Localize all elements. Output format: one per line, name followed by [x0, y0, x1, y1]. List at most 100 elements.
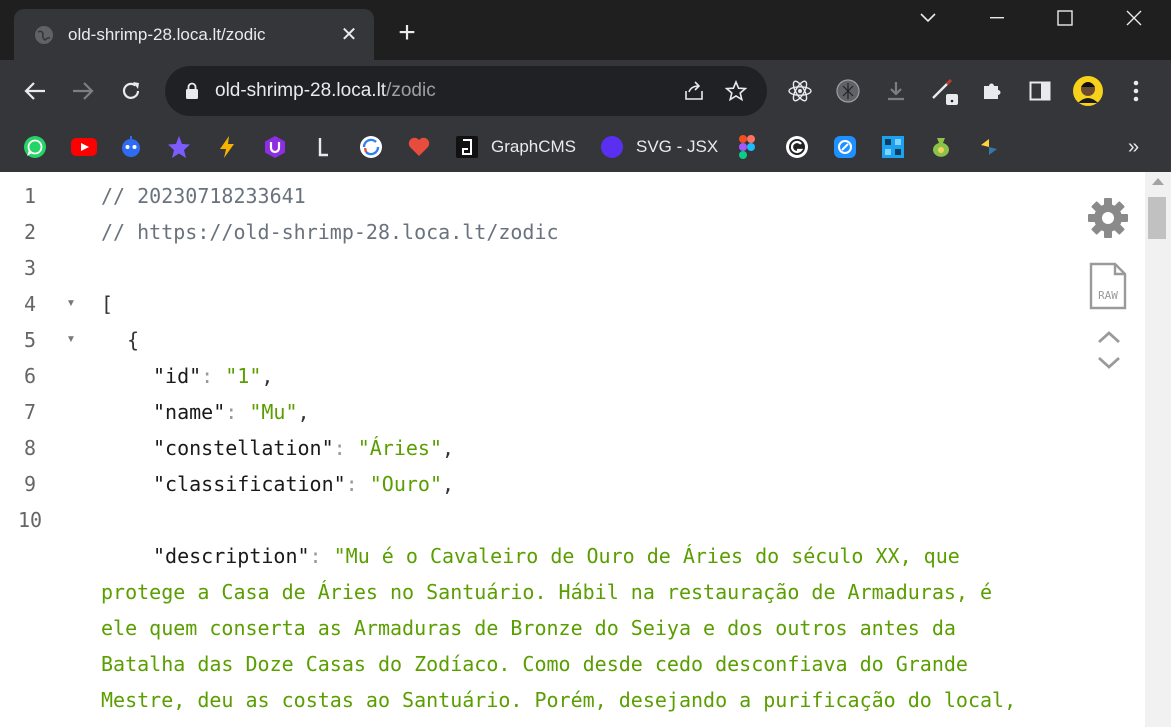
heart-icon — [408, 137, 430, 156]
robot-icon — [122, 136, 140, 157]
object-open-brace: { — [127, 328, 140, 352]
bookmark-g[interactable] — [785, 132, 809, 162]
bookmark-l[interactable] — [311, 132, 335, 162]
new-tab-button[interactable]: + — [392, 18, 422, 48]
json-property-description: "description": "Mu é o Cavaleiro de Ouro… — [101, 538, 1021, 727]
raw-view-button[interactable]: RAW — [1088, 262, 1128, 312]
reload-button[interactable] — [114, 74, 148, 108]
raw-file-icon: RAW — [1089, 262, 1127, 310]
fold-toggle[interactable]: ▼ — [64, 286, 78, 322]
bookmark-u[interactable] — [263, 132, 287, 162]
active-tab[interactable]: old-shrimp-28.loca.lt/zodic ✕ — [14, 9, 374, 60]
bookmark-star[interactable] — [167, 132, 191, 162]
chrome-menu-button[interactable] — [1119, 74, 1153, 108]
close-window-button[interactable] — [1111, 0, 1157, 36]
extension-circle-icon — [836, 79, 860, 103]
bookmark-heart[interactable] — [407, 132, 431, 162]
profile-avatar-button[interactable] — [1071, 74, 1105, 108]
share-icon — [685, 81, 703, 100]
json-viewer: 1 2 3 4 ▼ 5 ▼ 6 7 8 9 10 // 202307182336… — [0, 172, 1171, 727]
json-colon: : — [225, 400, 238, 424]
svg-text:RAW: RAW — [1098, 289, 1118, 302]
minimize-icon — [990, 17, 1004, 19]
share-button[interactable] — [677, 74, 711, 108]
avatar — [1073, 76, 1103, 106]
json-value: "Áries" — [357, 436, 443, 460]
money-bag-icon — [933, 138, 949, 157]
bookmark-youtube[interactable] — [71, 132, 97, 162]
json-key: "description" — [153, 544, 310, 568]
minimize-button[interactable] — [974, 0, 1020, 36]
download-button[interactable] — [879, 74, 913, 108]
tab-close-button[interactable]: ✕ — [336, 22, 362, 47]
collapse-all-button[interactable] — [1097, 330, 1121, 346]
fold-toggle[interactable]: ▼ — [64, 322, 78, 358]
json-key: "name" — [153, 400, 226, 424]
empty-line — [101, 250, 559, 286]
bookmarks-overflow-button[interactable]: » — [1128, 132, 1139, 162]
json-colon: : — [345, 472, 358, 496]
line-gutter: 1 2 3 4 ▼ 5 ▼ 6 7 8 9 10 — [0, 172, 90, 727]
chevron-down-icon — [1098, 356, 1120, 369]
bookmark-graphcms[interactable]: GraphCMS — [455, 132, 576, 162]
side-panel-button[interactable] — [1023, 74, 1057, 108]
line-number: 8 — [23, 436, 37, 460]
line-number: 7 — [23, 400, 37, 424]
react-devtools-button[interactable] — [783, 74, 817, 108]
settings-button[interactable] — [1086, 196, 1130, 240]
json-value: "Mu" — [249, 400, 298, 424]
url-path: /zodic — [386, 80, 436, 101]
line-number: 5 — [23, 328, 37, 352]
forward-button[interactable] — [66, 74, 100, 108]
grid-icon — [882, 136, 904, 158]
extension-button[interactable] — [831, 74, 865, 108]
maximize-button[interactable] — [1042, 0, 1088, 36]
json-comma: , — [297, 400, 310, 424]
tab-search-button[interactable] — [905, 0, 951, 36]
chevron-down-icon — [920, 13, 936, 23]
bookmark-whatsapp[interactable] — [23, 132, 47, 162]
url-text[interactable]: old-shrimp-28.loca.lt/zodic — [215, 80, 677, 102]
line-number: 10 — [17, 508, 43, 532]
bookmark-figma[interactable] — [739, 132, 755, 162]
line-number: 9 — [23, 472, 37, 496]
json-colon: : — [201, 364, 214, 388]
json-property-name: "name": "Mu", — [101, 394, 559, 430]
bookmark-money-bag[interactable] — [929, 132, 953, 162]
line-number: 6 — [23, 364, 37, 388]
vertical-scrollbar[interactable] — [1145, 172, 1171, 727]
bookmark-bolt[interactable] — [215, 132, 239, 162]
line-number: 3 — [23, 256, 37, 280]
whatsapp-icon — [24, 136, 46, 158]
bookmark-svg-jsx[interactable]: SVG - JSX — [600, 132, 718, 162]
react-icon — [788, 80, 812, 102]
bookmarks-bar: GraphCMS SVG - JSX » — [0, 122, 1171, 172]
json-comma: , — [261, 364, 274, 388]
arrow-right-icon — [73, 82, 94, 100]
bookmark-sync[interactable] — [359, 132, 383, 162]
bookmark-label: GraphCMS — [491, 137, 577, 156]
bolt-icon — [220, 136, 234, 158]
eyedropper-extension-button[interactable] — [927, 74, 961, 108]
extensions-menu-button[interactable] — [975, 74, 1009, 108]
bookmark-robot[interactable] — [119, 132, 143, 162]
scroll-thumb[interactable] — [1148, 197, 1166, 239]
json-property-classification: "classification": "Ouro", — [101, 466, 559, 502]
json-comma: , — [442, 472, 455, 496]
json-value: "Ouro" — [369, 472, 442, 496]
json-property-id: "id": "1", — [101, 358, 559, 394]
bookmark-grid[interactable] — [881, 132, 905, 162]
star-icon — [725, 80, 747, 102]
address-bar[interactable]: old-shrimp-28.loca.lt/zodic — [165, 66, 767, 116]
json-value: "1" — [225, 364, 262, 388]
scroll-up-arrow[interactable] — [1152, 178, 1164, 185]
maximize-icon — [1057, 10, 1073, 26]
puzzle-icon — [984, 83, 1001, 99]
bookmark-compass[interactable] — [833, 132, 857, 162]
json-property-constellation: "constellation": "Áries", — [101, 430, 559, 466]
bookmark-python[interactable] — [977, 132, 1001, 162]
bookmark-star-button[interactable] — [719, 74, 753, 108]
expand-all-button[interactable] — [1097, 356, 1121, 372]
tab-title: old-shrimp-28.loca.lt/zodic — [68, 24, 266, 44]
back-button[interactable] — [18, 74, 52, 108]
